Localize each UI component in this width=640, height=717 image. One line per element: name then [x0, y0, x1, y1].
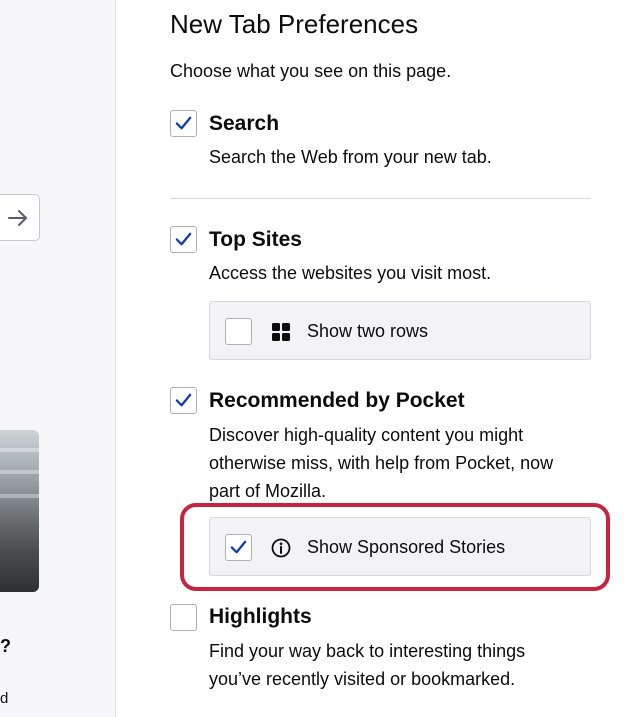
- checkmark-icon: [175, 116, 192, 130]
- highlights-checkbox[interactable]: [170, 604, 197, 631]
- pocket-label[interactable]: Recommended by Pocket: [209, 389, 465, 413]
- show-two-rows-option: Show two rows: [209, 301, 591, 360]
- pocket-description-line-1: Discover high-quality content you might: [209, 425, 524, 445]
- pocket-description-line-2: otherwise miss, with help from Pocket, n…: [209, 453, 554, 473]
- background-new-tab-page: ? d: [0, 0, 116, 717]
- pocket-description-line-3: part of Mozilla.: [209, 481, 327, 501]
- grid-icon: [272, 323, 290, 341]
- story-title-fragment: ?: [0, 636, 11, 656]
- highlight-annotation-ring: [180, 503, 610, 591]
- checkmark-icon: [175, 232, 192, 246]
- search-checkbox[interactable]: [170, 110, 197, 137]
- highlights-description-line-1: Find your way back to interesting things: [209, 641, 526, 661]
- highlights-description-line-2: you’ve recently visited or bookmarked.: [209, 669, 516, 689]
- top-sites-label[interactable]: Top Sites: [209, 228, 302, 252]
- show-two-rows-checkbox[interactable]: [225, 318, 252, 345]
- section-divider: [170, 198, 591, 199]
- panel-title: New Tab Preferences: [170, 9, 419, 39]
- pocket-checkbox[interactable]: [170, 387, 197, 414]
- checkmark-icon: [175, 393, 192, 407]
- search-description: Search the Web from your new tab.: [209, 147, 492, 167]
- top-sites-checkbox[interactable]: [170, 226, 197, 253]
- search-label[interactable]: Search: [209, 112, 279, 136]
- panel-subtitle: Choose what you see on this page.: [170, 61, 452, 81]
- show-two-rows-label[interactable]: Show two rows: [307, 321, 428, 342]
- highlights-label[interactable]: Highlights: [209, 605, 312, 629]
- forward-arrow-button[interactable]: [0, 194, 40, 241]
- story-text-fragment: d: [0, 690, 9, 707]
- top-sites-description: Access the websites you visit most.: [209, 263, 492, 283]
- arrow-right-icon: [8, 209, 27, 226]
- page: ? d New Tab Preferences Choose what you …: [0, 0, 640, 717]
- story-thumbnail[interactable]: [0, 430, 39, 592]
